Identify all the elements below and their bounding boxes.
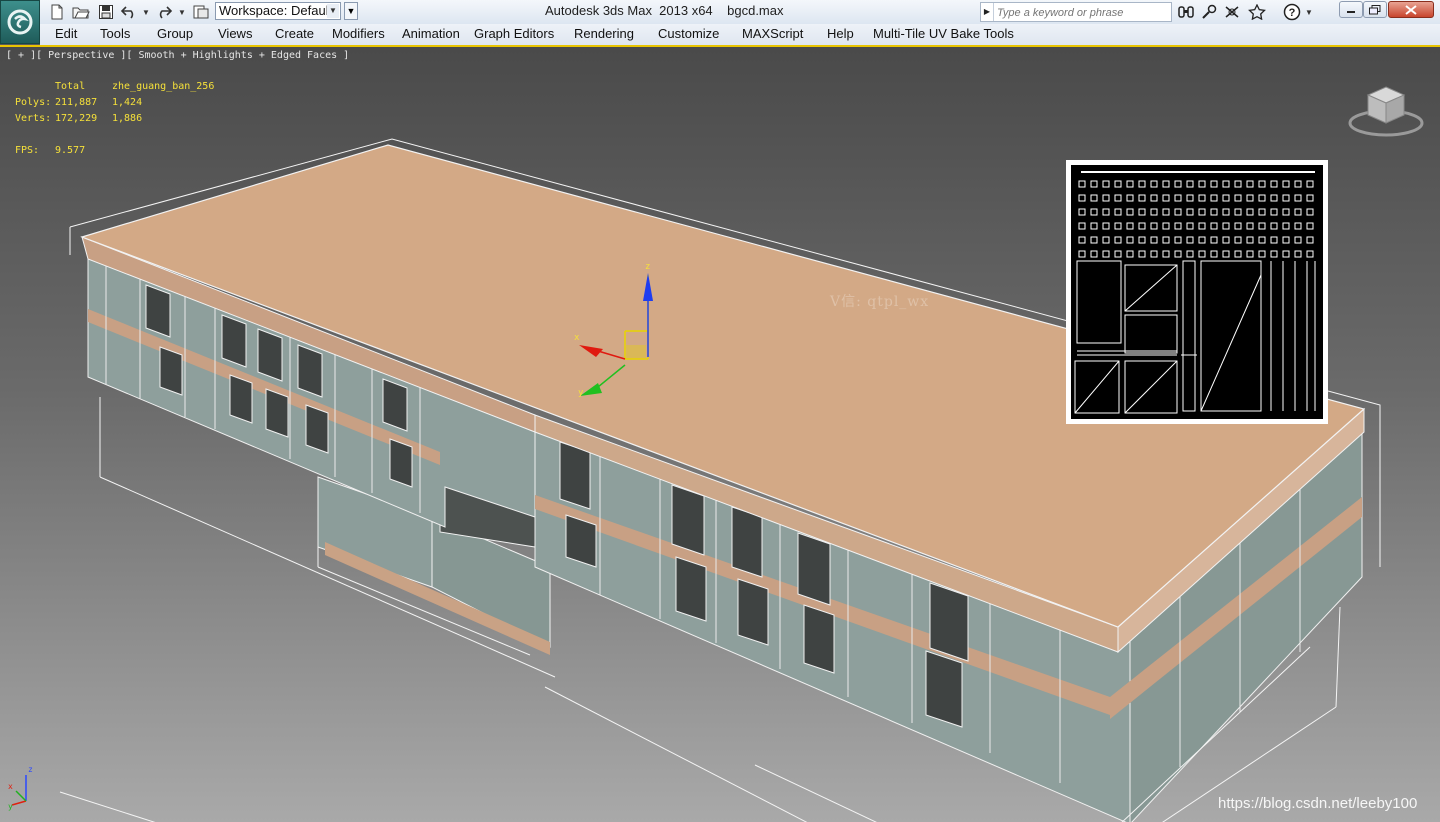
workspace-dropdown[interactable]: Workspace: Default ▼ (215, 2, 341, 20)
menu-edit[interactable]: Edit (55, 26, 77, 41)
menu-graph-editors[interactable]: Graph Editors (474, 26, 554, 41)
stats-verts-label: Verts: (15, 113, 52, 124)
viewcube-icon (1348, 86, 1424, 137)
help-dropdown-icon[interactable]: ▼ (1304, 3, 1314, 21)
gizmo-y-label: y (578, 388, 584, 398)
menu-bar: Edit Tools Group Views Create Modifiers … (40, 24, 1440, 46)
stats-polys-object: 1,424 (112, 97, 143, 108)
stats-verts-total: 172,229 (55, 113, 98, 124)
menu-create[interactable]: Create (275, 26, 314, 41)
close-button[interactable] (1388, 1, 1434, 18)
restore-button[interactable] (1363, 1, 1387, 18)
subscription-icon[interactable] (1199, 3, 1219, 21)
minimize-button[interactable] (1339, 1, 1363, 18)
menu-rendering[interactable]: Rendering (574, 26, 634, 41)
gizmo-z-label: z (645, 262, 650, 272)
viewcube[interactable] (1346, 79, 1426, 144)
tripod-y-label: y (8, 802, 13, 811)
stats-verts-object: 1,886 (112, 113, 143, 124)
watermark-wechat: V信: qtpl_wx (830, 294, 930, 310)
viewport-label-menu[interactable]: [ + ][ Perspective ][ Smooth + Highlight… (6, 50, 349, 61)
open-folder-icon[interactable] (70, 2, 92, 22)
redo-icon[interactable] (153, 2, 175, 22)
search-input[interactable] (995, 4, 1171, 22)
menu-modifiers[interactable]: Modifiers (332, 26, 385, 41)
axis-tripod: x y z (6, 761, 40, 816)
perspective-viewport[interactable]: x y z [ + ][ Perspective ][ Smooth + Hig… (0, 45, 1440, 822)
workspace-label: Workspace: Default (219, 3, 333, 18)
window-title: Autodesk 3ds Max 2013 x64 bgcd.max (545, 3, 784, 18)
undo-dropdown-icon[interactable]: ▼ (141, 3, 151, 21)
menu-help[interactable]: Help (827, 26, 854, 41)
axis-tripod-icon: x y z (8, 765, 33, 811)
quick-access-customize-button[interactable]: ▼ (344, 2, 358, 20)
watermark-url: https://blog.csdn.net/leeby100 (1218, 795, 1418, 812)
stats-total-label: Total (55, 81, 86, 92)
help-icon[interactable]: ? (1282, 3, 1302, 21)
communication-icon[interactable] (1222, 3, 1242, 21)
menu-views[interactable]: Views (218, 26, 252, 41)
uv-texture-preview (1066, 160, 1328, 424)
new-file-icon[interactable] (46, 2, 68, 22)
menu-tools[interactable]: Tools (100, 26, 130, 41)
3dsmax-logo-icon (7, 9, 33, 35)
tripod-x-label: x (8, 782, 13, 791)
gizmo-x-label: x (574, 333, 580, 343)
stats-polys-label: Polys: (15, 97, 52, 108)
stats-polys-total: 211,887 (55, 97, 98, 108)
menu-customize[interactable]: Customize (658, 26, 719, 41)
svg-text:?: ? (1289, 7, 1296, 19)
favorites-star-icon[interactable] (1247, 3, 1267, 21)
file-name: bgcd.max (727, 3, 784, 18)
redo-dropdown-icon[interactable]: ▼ (177, 3, 187, 21)
save-icon[interactable] (95, 2, 117, 22)
binoculars-icon[interactable] (1176, 3, 1196, 21)
menu-multi-tile-uv-bake-tools[interactable]: Multi-Tile UV Bake Tools (873, 26, 1014, 41)
tripod-z-label: z (28, 765, 33, 774)
minimize-icon (1347, 10, 1355, 13)
uv-layout-image (1071, 165, 1323, 419)
stats-object-name: zhe_guang_ban_256 (112, 81, 215, 92)
close-icon (1405, 4, 1417, 15)
search-box: ▶ (980, 2, 1172, 22)
menu-group[interactable]: Group (157, 26, 193, 41)
search-expand-icon[interactable]: ▶ (981, 3, 994, 21)
menu-animation[interactable]: Animation (402, 26, 460, 41)
stats-fps-label: FPS: (15, 145, 40, 156)
app-window: ▼ ▼ Workspace: Default ▼ ▼ Autodesk 3ds … (0, 0, 1440, 822)
chevron-down-icon: ▼ (327, 4, 339, 18)
application-menu-button[interactable] (0, 0, 40, 44)
restore-icon (1369, 4, 1381, 14)
project-folder-icon[interactable] (190, 2, 212, 22)
undo-icon[interactable] (118, 2, 140, 22)
menu-maxscript[interactable]: MAXScript (742, 26, 803, 41)
app-name: Autodesk 3ds Max 2013 x64 (545, 3, 713, 18)
stats-fps-value: 9.577 (55, 145, 86, 156)
title-bar: ▼ ▼ Workspace: Default ▼ ▼ Autodesk 3ds … (0, 0, 1440, 44)
